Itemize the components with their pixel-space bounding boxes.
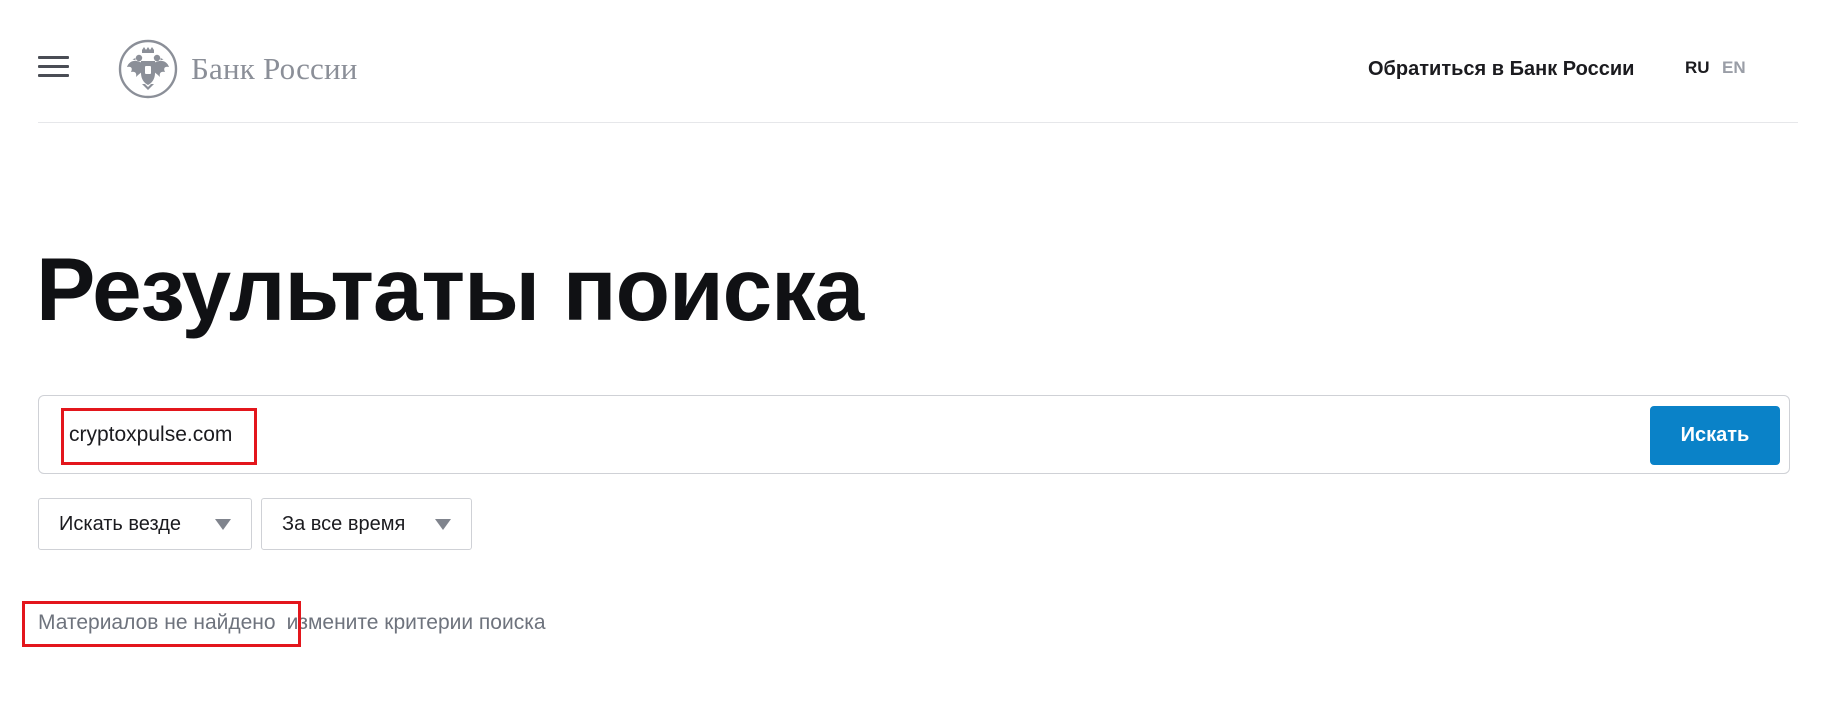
no-results-text: Материалов не найдено (38, 611, 276, 634)
time-period-value: За все время (282, 513, 406, 535)
page-title: Результаты поиска (36, 239, 864, 339)
triangle-down-icon (215, 519, 231, 530)
language-ru-link[interactable]: RU (1685, 58, 1710, 78)
search-scope-select[interactable]: Искать везде (38, 498, 252, 550)
hamburger-menu-icon[interactable] (38, 56, 69, 78)
logo-text: Банк России (191, 51, 358, 86)
search-bar: Искать (38, 395, 1790, 474)
search-result-message: Материалов не найдено измените критерии п… (38, 611, 546, 635)
double-headed-eagle-emblem-icon (118, 39, 178, 99)
site-header: Банк России Обратиться в Банк России RU … (38, 0, 1798, 123)
contact-bank-link[interactable]: Обратиться в Банк России (1368, 58, 1634, 81)
time-period-select[interactable]: За все время (261, 498, 472, 550)
search-button[interactable]: Искать (1650, 406, 1780, 465)
triangle-down-icon (435, 519, 451, 530)
language-en-link[interactable]: EN (1722, 58, 1746, 78)
site-logo[interactable]: Банк России (118, 38, 358, 100)
search-input[interactable] (69, 416, 1369, 454)
search-hint-text: измените критерии поиска (286, 611, 546, 634)
search-scope-value: Искать везде (59, 513, 181, 535)
